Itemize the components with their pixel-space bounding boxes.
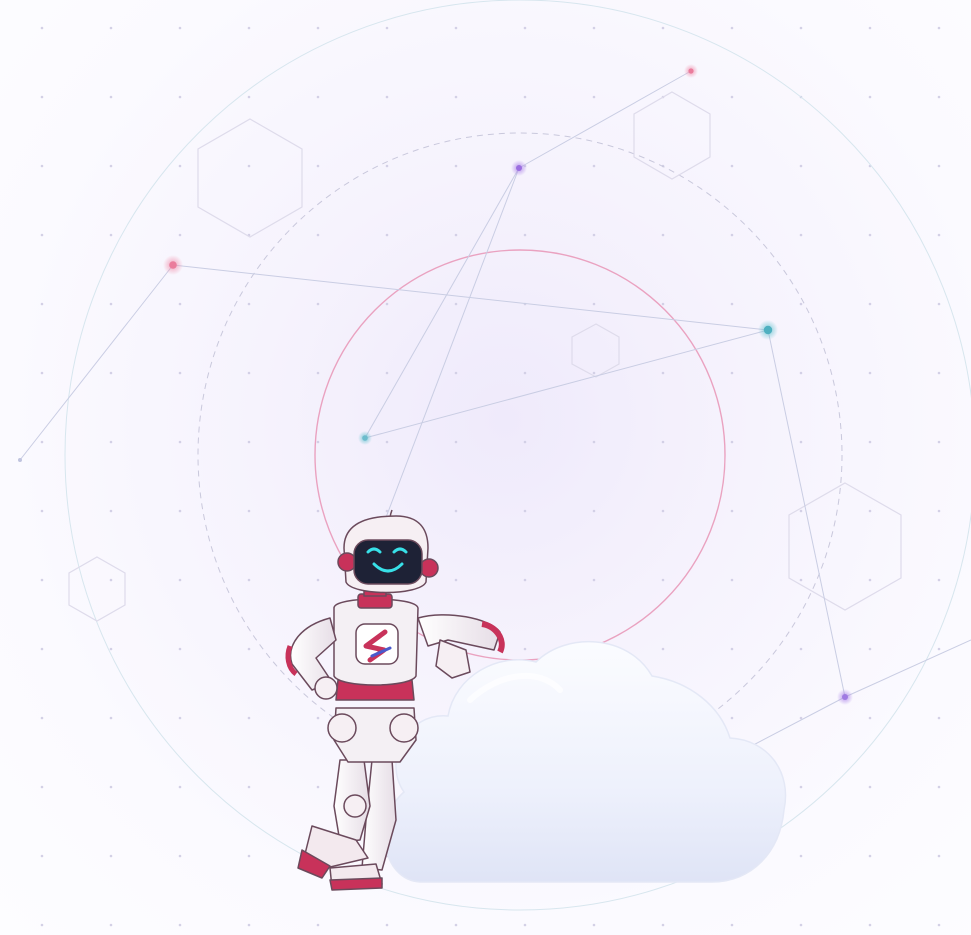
network-node-icon <box>516 165 522 171</box>
illustration-stage <box>0 0 971 935</box>
network-node-icon <box>169 261 177 269</box>
robot-face-screen <box>353 539 423 585</box>
network-node-icon <box>842 694 848 700</box>
network-node-icon <box>18 458 22 462</box>
network-node-icon <box>362 435 368 441</box>
network-node-icon <box>688 68 694 74</box>
background-network <box>0 0 971 935</box>
network-node-icon <box>763 325 773 335</box>
